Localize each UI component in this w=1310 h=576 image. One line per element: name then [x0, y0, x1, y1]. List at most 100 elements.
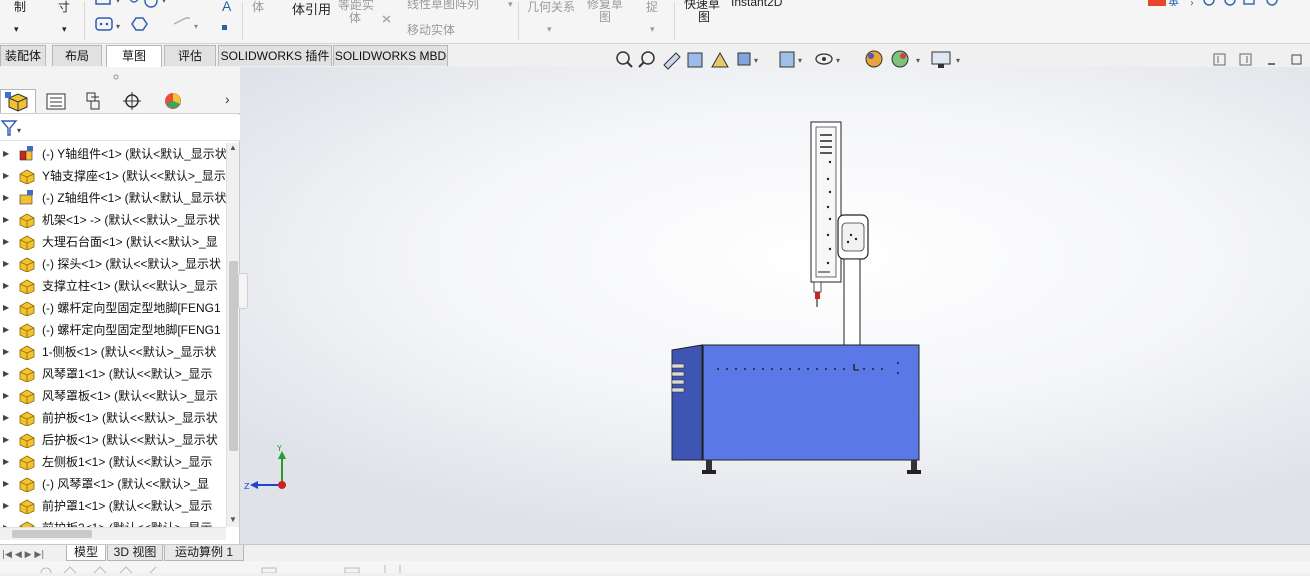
expand-arrow-icon[interactable]: ▶ — [3, 253, 11, 275]
z-axis-column[interactable] — [810, 121, 842, 307]
machine-cabinet[interactable] — [671, 344, 920, 461]
tab-assembly[interactable]: 装配体 — [0, 45, 46, 66]
hscroll-thumb[interactable] — [12, 530, 92, 538]
tree-item[interactable]: ▶ (-) 探头<1> (默认<<默认>_显示状 — [0, 253, 226, 275]
dropdown-arrow-icon[interactable]: ▾ — [547, 24, 552, 35]
view-toolbar-icons[interactable]: ▾ ▾ ▾ ▾ ▾ — [612, 49, 972, 71]
dropdown-arrow-icon[interactable]: ▾ — [62, 24, 67, 35]
tab-sketch[interactable]: 草图 — [106, 45, 162, 67]
expand-arrow-icon[interactable]: ▶ — [3, 407, 11, 429]
tree-item[interactable]: ▶ 1-侧板<1> (默认<<默认>_显示状 — [0, 341, 226, 363]
graphics-area[interactable]: Y Z — [240, 67, 1310, 544]
tree-item-label: 1-侧板<1> (默认<<默认>_显示状 — [42, 345, 217, 359]
expand-arrow-icon[interactable]: ▶ — [3, 187, 11, 209]
expand-arrow-icon[interactable]: ▶ — [3, 297, 11, 319]
ribbon-label-instant2d[interactable]: Instant2D — [731, 0, 782, 9]
ribbon-label-dimension[interactable]: 寸 — [58, 0, 70, 15]
tree-item[interactable]: ▶ (-) Y轴组件<1> (默认<默认_显示状 — [0, 143, 226, 165]
tab-feature-manager[interactable] — [0, 89, 36, 113]
ribbon-label-move-entities[interactable]: 移动实体 — [407, 21, 455, 38]
expand-arrow-icon[interactable]: ▶ — [3, 143, 11, 165]
ribbon-label-quick-snaps[interactable]: 捉 — [646, 0, 658, 15]
expand-arrow-icon[interactable]: ▶ — [3, 451, 11, 473]
ribbon-label-mirror[interactable]: 制 — [14, 0, 26, 15]
part-icon — [19, 235, 35, 250]
tree-item[interactable]: ▶ 支撑立柱<1> (默认<<默认>_显示 — [0, 275, 226, 297]
tree-item[interactable]: ▶ 机架<1> -> (默认<<默认>_显示状 — [0, 209, 226, 231]
tab-layout[interactable]: 布局 — [52, 45, 102, 66]
part-icon — [19, 301, 35, 316]
scroll-thumb[interactable] — [229, 261, 238, 451]
ribbon-label-linear-pattern[interactable]: 线性草图阵列 — [407, 0, 479, 12]
support-pillar[interactable] — [843, 258, 861, 346]
panel-splitter-handle[interactable] — [238, 273, 248, 309]
tab-configuration-manager[interactable] — [76, 89, 112, 113]
expand-arrow-icon[interactable]: ▶ — [3, 473, 11, 495]
tab-model[interactable]: 模型 — [66, 545, 106, 561]
tree-horizontal-scrollbar[interactable] — [0, 527, 226, 540]
expand-arrow-icon[interactable]: ▶ — [3, 363, 11, 385]
chevron-right-icon[interactable]: › — [225, 91, 230, 107]
scroll-down-icon[interactable]: ▼ — [229, 515, 237, 524]
tree-item[interactable]: ▶ (-) Z轴组件<1> (默认<默认_显示状 — [0, 187, 226, 209]
tree-item[interactable]: ▶ 前护罩1<1> (默认<<默认>_显示 — [0, 495, 226, 517]
expand-arrow-icon[interactable]: ▶ — [3, 495, 11, 517]
ribbon-label-convert-entities[interactable]: 体引用 — [292, 0, 331, 18]
ribbon-label-offset-2[interactable]: 体 — [349, 9, 361, 26]
dropdown-arrow-icon[interactable]: ▾ — [650, 24, 655, 35]
sketch-tools-icons[interactable]: ▾ ▾ ▾ ▾ — [94, 0, 234, 38]
tab-solidworks-addins[interactable]: SOLIDWORKS 插件 — [218, 45, 332, 66]
tree-item-label: 左侧板1<1> (默认<<默认>_显示 — [42, 455, 213, 469]
ribbon-label-repair-sketch-2[interactable]: 图 — [599, 8, 611, 25]
model-view[interactable] — [240, 67, 1310, 544]
tree-item[interactable]: ▶ 前护板<1> (默认<<默认>_显示状 — [0, 407, 226, 429]
system-tray-icons[interactable]: 英 › — [1146, 0, 1310, 6]
tab-display-manager[interactable] — [152, 89, 188, 113]
tree-item[interactable]: ▶ 后护板<1> (默认<<默认>_显示状 — [0, 429, 226, 451]
pattern-icon[interactable] — [380, 0, 400, 34]
tab-dimxpert-manager[interactable] — [114, 89, 150, 113]
tree-item[interactable]: ▶ 大理石台面<1> (默认<<默认>_显 — [0, 231, 226, 253]
expand-arrow-icon[interactable]: ▶ — [3, 319, 11, 341]
filter-icon[interactable]: ▾ — [0, 115, 30, 139]
tree-item[interactable]: ▶ 风琴罩板<1> (默认<<默认>_显示 — [0, 385, 226, 407]
part-icon — [19, 433, 35, 448]
panel-tabs: › — [0, 87, 240, 114]
scroll-up-icon[interactable]: ▲ — [229, 143, 237, 152]
tree-item[interactable]: ▶ 左侧板1<1> (默认<<默认>_显示 — [0, 451, 226, 473]
tab-property-manager[interactable] — [38, 89, 74, 113]
tab-solidworks-mbd[interactable]: SOLIDWORKS MBD — [333, 45, 448, 66]
tree-item[interactable]: ▶ (-) 螺杆定向型固定型地脚[FENG1 — [0, 297, 226, 319]
tab-nav-arrows-icon[interactable]: |◀ ◀ ▶ ▶| — [2, 547, 62, 559]
tree-item[interactable]: ▶ 风琴罩1<1> (默认<<默认>_显示 — [0, 363, 226, 385]
status-toolbar-icons[interactable] — [0, 561, 420, 576]
expand-arrow-icon[interactable]: ▶ — [3, 231, 11, 253]
tile-right-icon[interactable] — [1239, 53, 1252, 66]
panel-grip[interactable] — [0, 67, 240, 87]
tree-vertical-scrollbar[interactable]: ▲ ▼ — [226, 143, 239, 527]
leveling-feet[interactable] — [702, 460, 921, 474]
tree-item[interactable]: ▶ (-) 风琴罩<1> (默认<<默认>_显 — [0, 473, 226, 495]
tab-evaluate[interactable]: 评估 — [164, 45, 216, 66]
expand-arrow-icon[interactable]: ▶ — [3, 165, 11, 187]
expand-arrow-icon[interactable]: ▶ — [3, 385, 11, 407]
tab-3d-view[interactable]: 3D 视图 — [107, 545, 163, 561]
y-axis-carriage[interactable] — [837, 214, 869, 260]
expand-arrow-icon[interactable]: ▶ — [3, 341, 11, 363]
tree-item[interactable]: ▶ (-) 螺杆定向型固定型地脚[FENG1 — [0, 319, 226, 341]
text-tool-icon[interactable]: A — [222, 0, 231, 14]
restore-icon[interactable] — [1291, 54, 1302, 65]
expand-arrow-icon[interactable]: ▶ — [3, 209, 11, 231]
ribbon-label-relations[interactable]: 几何关系 — [527, 0, 575, 15]
part-icon — [19, 367, 35, 382]
ribbon-label-rapid-sketch-2[interactable]: 图 — [698, 8, 710, 25]
expand-arrow-icon[interactable]: ▶ — [3, 275, 11, 297]
ribbon-label-convert-partial[interactable]: 体 — [252, 0, 264, 15]
expand-arrow-icon[interactable]: ▶ — [3, 429, 11, 451]
dropdown-arrow-icon[interactable]: ▾ — [14, 24, 19, 35]
tab-motion-study[interactable]: 运动算例 1 — [164, 545, 244, 561]
tree-filter[interactable]: ▾ — [0, 115, 240, 141]
dropdown-arrow-icon[interactable]: ▾ — [508, 0, 513, 10]
tree-item[interactable]: ▶ Y轴支撑座<1> (默认<<默认>_显示 — [0, 165, 226, 187]
tile-left-icon[interactable] — [1213, 53, 1226, 66]
